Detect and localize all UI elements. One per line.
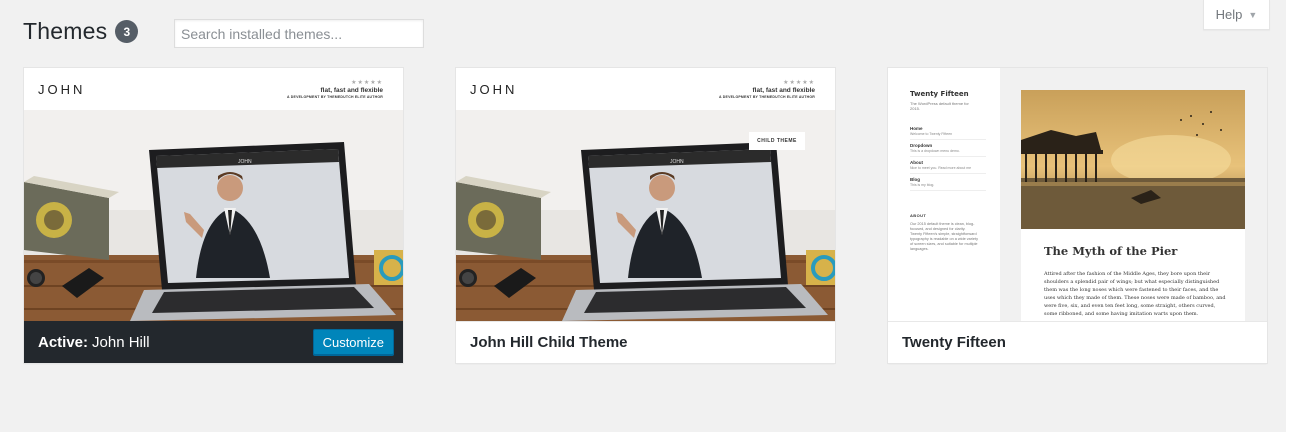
child-theme-badge: CHILD THEME [749, 132, 805, 150]
preview-subtag: A DEVELOPMENT BY THEMEDUTCH ELITE AUTHOR [719, 95, 815, 99]
menu-item-title: Home [910, 126, 923, 131]
preview-menu-item: About Nice to meet you. Read more about … [910, 157, 986, 174]
preview-article: The Myth of the Pier Attired after the f… [1021, 90, 1245, 321]
search-input[interactable] [174, 19, 424, 48]
help-label: Help [1215, 7, 1243, 22]
theme-name-bar: John Hill Child Theme [456, 321, 835, 363]
rating-stars-icon: ★★★★★ [783, 80, 815, 86]
menu-item-title: About [910, 160, 923, 165]
theme-name-bar: Active: John Hill Customize [24, 321, 403, 363]
menu-item-sub: Welcome to Twenty Fifteen [910, 132, 953, 136]
themes-screen: Themes 3 Help ▼ JOHN ★★★★★ flat, fast an… [0, 0, 1286, 432]
theme-screenshot[interactable]: JOHN ★★★★★ flat, fast and flexible A DEV… [24, 68, 403, 321]
menu-item-sub: Nice to meet you. Read more about me [910, 166, 972, 170]
preview-menu-item: Blog This is my blog. [910, 174, 986, 191]
chevron-down-icon: ▼ [1248, 9, 1258, 20]
screen-logo: JOHN [238, 159, 252, 165]
preview-topbar: JOHN ★★★★★ flat, fast and flexible A DEV… [456, 68, 835, 110]
theme-screenshot[interactable]: JOHN ★★★★★ flat, fast and flexible A DEV… [456, 68, 835, 321]
preview-menu: Home Welcome to Twenty Fifteen Dropdown … [910, 123, 986, 191]
theme-name: John Hill [92, 333, 150, 351]
page-title: Themes [23, 18, 108, 44]
preview-logo: JOHN [470, 82, 518, 97]
rating-stars-icon: ★★★★★ [351, 80, 383, 86]
theme-card-john-hill[interactable]: JOHN ★★★★★ flat, fast and flexible A DEV… [23, 67, 404, 364]
theme-name: John Hill Child Theme [470, 334, 628, 351]
preview-topbar: JOHN ★★★★★ flat, fast and flexible A DEV… [24, 68, 403, 110]
preview-logo: JOHN [38, 82, 86, 97]
page-header: Themes 3 [23, 18, 139, 45]
preview-menu-item: Dropdown This is a dropdown menu demo. [910, 140, 986, 157]
help-button[interactable]: Help ▼ [1203, 0, 1270, 30]
menu-item-sub: This is a dropdown menu demo. [910, 149, 960, 153]
menu-item-title: Dropdown [910, 143, 933, 148]
preview-tagline-text: flat, fast and flexible [752, 87, 816, 94]
menu-item-title: Blog [910, 177, 920, 182]
pier-photo [1021, 90, 1245, 229]
theme-count-badge: 3 [115, 20, 139, 43]
screen-logo: JOHN [670, 159, 684, 165]
preview-article-title: The Myth of the Pier [1044, 244, 1178, 258]
menu-item-sub: This is my blog. [910, 183, 935, 187]
active-label: Active: [38, 333, 89, 351]
theme-card-john-hill-child[interactable]: JOHN ★★★★★ flat, fast and flexible A DEV… [455, 67, 836, 364]
preview-tagline: ★★★★★ flat, fast and flexible A DEVELOPM… [287, 80, 383, 101]
preview-site-title: Twenty Fifteen [910, 90, 969, 98]
theme-name: Twenty Fifteen [902, 334, 1006, 351]
theme-card-twenty-fifteen[interactable]: Twenty Fifteen The WordPress default the… [887, 67, 1268, 364]
preview-site-desc: The WordPress default theme for 2015. [910, 101, 969, 111]
theme-screenshot[interactable]: Twenty Fifteen The WordPress default the… [888, 68, 1267, 321]
preview-sidebar: Twenty Fifteen The WordPress default the… [888, 68, 1000, 321]
preview-about-text: Our 2015 default theme is clean, blog-fo… [910, 222, 978, 251]
preview-about-heading: ABOUT [910, 213, 927, 218]
preview-tagline-text: flat, fast and flexible [320, 87, 384, 94]
preview-tagline: ★★★★★ flat, fast and flexible A DEVELOPM… [719, 80, 815, 101]
preview-article-body: Attired after the fashion of the Middle … [1044, 271, 1226, 317]
preview-menu-item: Home Welcome to Twenty Fifteen [910, 123, 986, 140]
customize-button[interactable]: Customize [312, 329, 394, 355]
laptop-desk-photo: JOHN [24, 110, 403, 321]
preview-main: The Myth of the Pier Attired after the f… [1000, 68, 1267, 321]
preview-subtag: A DEVELOPMENT BY THEMEDUTCH ELITE AUTHOR [287, 95, 383, 99]
theme-name-bar: Twenty Fifteen [888, 321, 1267, 363]
